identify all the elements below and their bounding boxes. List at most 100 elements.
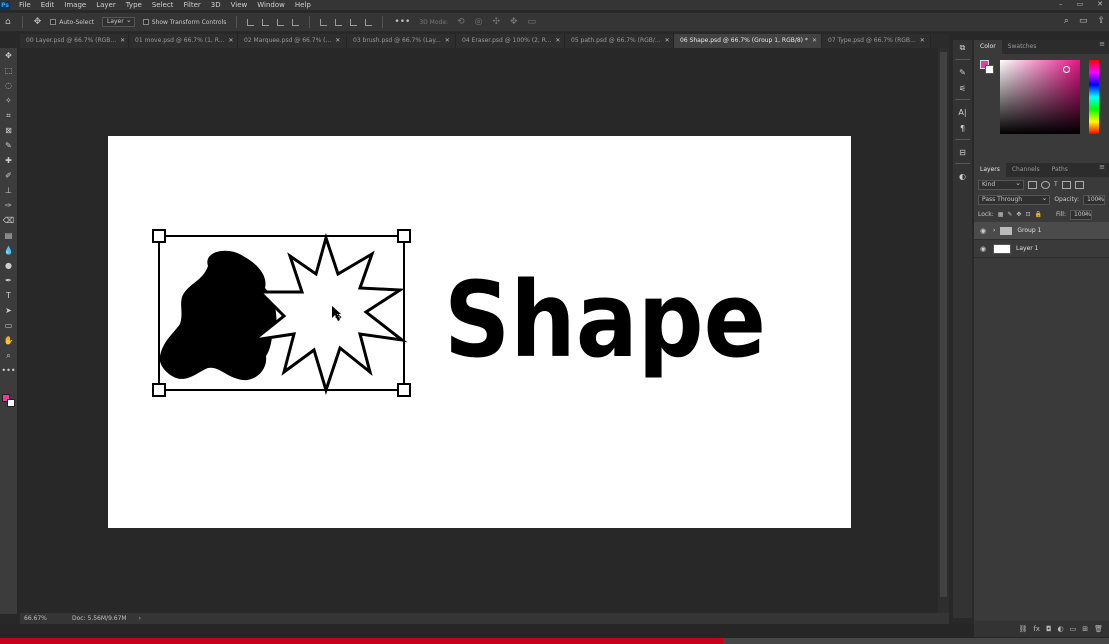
pen-tool-icon[interactable]: ✒ (0, 273, 17, 288)
trash-icon[interactable]: 🗑 (1094, 625, 1103, 633)
frame-tool-icon[interactable]: ⊠ (0, 123, 17, 138)
align-top-icon[interactable] (292, 18, 300, 26)
tab-paths[interactable]: Paths (1046, 163, 1074, 177)
menu-help[interactable]: Help (290, 0, 316, 10)
lock-position-icon[interactable]: ✥ (1016, 211, 1021, 218)
lock-image-icon[interactable]: ✎ (1007, 211, 1012, 218)
menu-edit[interactable]: Edit (36, 0, 60, 10)
3d-pan-icon[interactable]: ✣ (492, 17, 500, 27)
tab-06-shape-active[interactable]: 06 Shape.psd @ 66.7% (Group 1, RGB/8) * ✕ (674, 34, 822, 48)
tab-color[interactable]: Color (974, 40, 1002, 54)
background-color-swatch[interactable] (7, 399, 15, 407)
align-center-icon[interactable] (262, 18, 270, 26)
hand-tool-icon[interactable]: ✋ (0, 333, 17, 348)
close-tab-icon[interactable]: ✕ (812, 37, 817, 44)
menu-view[interactable]: View (226, 0, 253, 10)
video-progress-bar[interactable] (0, 638, 1109, 644)
kind-filter-dropdown[interactable]: Kind (978, 179, 1024, 190)
menu-file[interactable]: File (14, 0, 36, 10)
canvas[interactable]: ✥ Shape (108, 136, 851, 528)
close-tab-icon[interactable]: ✕ (335, 37, 340, 44)
3d-rotate-icon[interactable]: ⟲ (457, 17, 465, 27)
history-panel-icon[interactable]: ⧉ (953, 40, 972, 56)
tab-03-brush[interactable]: 03 brush.psd @ 66.7% (Lay... ✕ (347, 34, 456, 48)
close-tab-icon[interactable]: ✕ (555, 37, 560, 44)
tab-05-path[interactable]: 05 path.psd @ 66.7% (RGB/... ✕ (565, 34, 674, 48)
fill-input[interactable]: 100% (1070, 209, 1092, 220)
blur-tool-icon[interactable]: 💧 (0, 243, 17, 258)
search-icon[interactable]: ⌕ (1064, 16, 1069, 26)
tab-01-move[interactable]: 01 move.psd @ 66.7% (1, R... ✕ (129, 34, 238, 48)
new-layer-icon[interactable]: ⊞ (1082, 625, 1088, 633)
healing-brush-tool-icon[interactable]: ✚ (0, 153, 17, 168)
3d-slide-icon[interactable]: ✥ (510, 17, 518, 27)
smart-object-filter-icon[interactable] (1074, 180, 1084, 189)
layer-name[interactable]: Layer 1 (1016, 245, 1038, 252)
menu-filter[interactable]: Filter (178, 0, 205, 10)
show-transform-checkbox[interactable]: Show Transform Controls (142, 19, 226, 26)
mask-icon[interactable]: ◘ (1046, 625, 1052, 633)
close-window-button[interactable]: ✕ (1097, 0, 1103, 9)
share-icon[interactable]: ⇪ (1097, 16, 1105, 26)
tab-layers[interactable]: Layers (974, 163, 1006, 177)
opacity-input[interactable]: 100% (1083, 194, 1105, 205)
expand-chevron-icon[interactable]: › (993, 227, 995, 234)
move-tool-icon[interactable]: ✥ (34, 17, 42, 27)
background-color-swatch[interactable] (985, 65, 994, 74)
eraser-tool-icon[interactable]: ⌫ (0, 213, 17, 228)
pixel-filter-icon[interactable] (1028, 180, 1037, 189)
zoom-level[interactable]: 66.67% (24, 615, 64, 622)
tab-channels[interactable]: Channels (1006, 163, 1046, 177)
menu-image[interactable]: Image (59, 0, 91, 10)
character-panel-icon[interactable]: A| (953, 104, 972, 120)
adjustments-panel-icon[interactable]: ◐ (953, 168, 972, 184)
home-icon[interactable]: ⌂ (5, 17, 11, 27)
marquee-tool-icon[interactable]: ⬚ (0, 63, 17, 78)
align-left-icon[interactable] (247, 18, 255, 26)
menu-3d[interactable]: 3D (206, 0, 226, 10)
tab-00-layer[interactable]: 00 Layer.psd @ 66.7% (RGB... ✕ (20, 34, 129, 48)
visibility-eye-icon[interactable]: ◉ (980, 227, 988, 235)
magic-wand-tool-icon[interactable]: ✧ (0, 93, 17, 108)
clone-stamp-tool-icon[interactable]: ⊥ (0, 183, 17, 198)
type-tool-icon[interactable]: T (0, 288, 17, 303)
paragraph-panel-icon[interactable]: ¶ (953, 120, 972, 136)
blend-mode-dropdown[interactable]: Pass Through (978, 194, 1051, 205)
tab-swatches[interactable]: Swatches (1002, 40, 1043, 54)
tab-02-marquee[interactable]: 02 Marquee.psd @ 66.7% (... ✕ (238, 34, 347, 48)
path-selection-tool-icon[interactable]: ➤ (0, 303, 17, 318)
close-tab-icon[interactable]: ✕ (445, 37, 450, 44)
brush-settings-icon[interactable]: ✎ (953, 64, 972, 80)
maximize-button[interactable]: ▭ (1077, 0, 1084, 9)
type-filter-icon[interactable]: T (1054, 181, 1058, 188)
auto-select-checkbox[interactable]: Auto-Select (50, 19, 94, 26)
menu-select[interactable]: Select (147, 0, 179, 10)
link-icon[interactable]: ⛓ (1018, 625, 1027, 633)
tab-07-type[interactable]: 07 Type.psd @ 66.7% (RGB... ✕ (822, 34, 931, 48)
layer-name[interactable]: Group 1 (1017, 227, 1041, 234)
close-tab-icon[interactable]: ✕ (120, 37, 125, 44)
lock-all-icon[interactable]: 🔒 (1034, 211, 1041, 218)
checkbox-box[interactable] (142, 19, 149, 25)
lock-artboard-icon[interactable]: ⊡ (1025, 211, 1030, 218)
layer-row-group-1[interactable]: ◉ › Group 1 (974, 222, 1109, 240)
vertical-scrollbar[interactable] (938, 48, 949, 614)
3d-roll-icon[interactable]: ◎ (475, 17, 483, 27)
scrollbar-thumb[interactable] (940, 52, 947, 597)
align-right-icon[interactable] (277, 18, 285, 26)
minimize-button[interactable]: – (1059, 0, 1063, 9)
lasso-tool-icon[interactable]: ◌ (0, 78, 17, 93)
3d-scale-icon[interactable]: ▭ (528, 17, 537, 27)
close-tab-icon[interactable]: ✕ (920, 37, 925, 44)
zoom-tool-icon[interactable]: ⌕ (0, 348, 17, 363)
workspace-icon[interactable]: ▭ (1079, 16, 1088, 26)
brushes-panel-icon[interactable]: ⚟ (953, 80, 972, 96)
status-menu-arrow[interactable]: › (139, 615, 141, 622)
crop-tool-icon[interactable]: ⌗ (0, 108, 17, 123)
visibility-eye-icon[interactable]: ◉ (980, 245, 988, 253)
distribute-left-icon[interactable] (320, 18, 328, 26)
distribute-center-icon[interactable] (335, 18, 343, 26)
eyedropper-tool-icon[interactable]: ✎ (0, 138, 17, 153)
lock-transparent-icon[interactable]: ▦ (998, 211, 1004, 218)
brush-tool-icon[interactable]: ✐ (0, 168, 17, 183)
